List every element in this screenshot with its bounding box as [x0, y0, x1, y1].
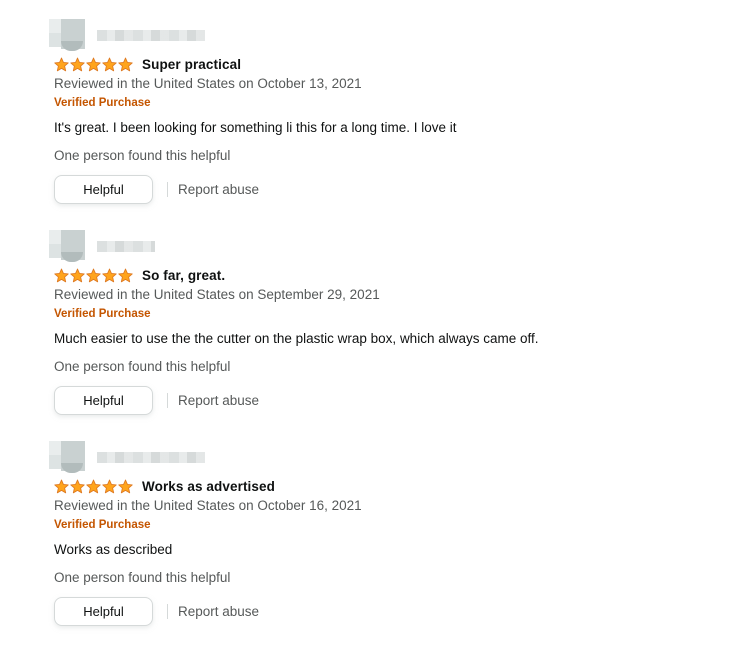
- review-title[interactable]: So far, great.: [142, 268, 225, 283]
- review-actions: Helpful Report abuse: [54, 174, 259, 205]
- review-title[interactable]: Works as advertised: [142, 479, 275, 494]
- review-actions: Helpful Report abuse: [54, 385, 259, 416]
- star-icon: [86, 479, 101, 493]
- divider: [167, 604, 168, 619]
- star-icon: [118, 268, 133, 282]
- star-icon: [86, 57, 101, 71]
- review-actions: Helpful Report abuse: [54, 596, 259, 627]
- review-body: It's great. I been looking for something…: [54, 120, 457, 135]
- avatar[interactable]: [49, 19, 87, 51]
- reviewer-profile[interactable]: [49, 19, 219, 51]
- helpful-button[interactable]: Helpful: [54, 597, 153, 626]
- review-date: Reviewed in the United States on October…: [54, 498, 362, 513]
- review-date: Reviewed in the United States on Septemb…: [54, 287, 380, 302]
- reviewer-name-redacted[interactable]: [97, 452, 205, 463]
- verified-purchase-badge[interactable]: Verified Purchase: [54, 97, 151, 109]
- star-icon: [54, 479, 69, 493]
- rating-row: So far, great.: [54, 265, 225, 285]
- star-icon: [54, 57, 69, 71]
- star-rating[interactable]: [54, 268, 133, 283]
- report-abuse-link[interactable]: Report abuse: [178, 393, 259, 408]
- helpful-button[interactable]: Helpful: [54, 175, 153, 204]
- rating-row: Super practical: [54, 54, 241, 74]
- review-body: Works as described: [54, 542, 173, 557]
- reviewer-profile[interactable]: [49, 441, 219, 473]
- review-date: Reviewed in the United States on October…: [54, 76, 362, 91]
- helpful-count: One person found this helpful: [54, 359, 231, 374]
- reviewer-name-redacted[interactable]: [97, 30, 205, 41]
- verified-purchase-badge[interactable]: Verified Purchase: [54, 519, 151, 531]
- star-rating[interactable]: [54, 57, 133, 72]
- reviewer-name-redacted[interactable]: [97, 241, 155, 252]
- star-icon: [102, 57, 117, 71]
- avatar[interactable]: [49, 441, 87, 473]
- verified-purchase-badge[interactable]: Verified Purchase: [54, 308, 151, 320]
- review-card: So far, great. Reviewed in the United St…: [0, 211, 729, 422]
- review-card: Works as advertised Reviewed in the Unit…: [0, 422, 729, 633]
- star-icon: [70, 268, 85, 282]
- avatar[interactable]: [49, 230, 87, 262]
- helpful-count: One person found this helpful: [54, 148, 231, 163]
- divider: [167, 393, 168, 408]
- divider: [167, 182, 168, 197]
- star-icon: [86, 268, 101, 282]
- report-abuse-link[interactable]: Report abuse: [178, 604, 259, 619]
- star-icon: [102, 479, 117, 493]
- star-icon: [54, 268, 69, 282]
- helpful-button[interactable]: Helpful: [54, 386, 153, 415]
- star-icon: [118, 57, 133, 71]
- reviewer-profile[interactable]: [49, 230, 219, 262]
- star-rating[interactable]: [54, 479, 133, 494]
- report-abuse-link[interactable]: Report abuse: [178, 182, 259, 197]
- helpful-count: One person found this helpful: [54, 570, 231, 585]
- star-icon: [102, 268, 117, 282]
- star-icon: [70, 57, 85, 71]
- star-icon: [118, 479, 133, 493]
- review-title[interactable]: Super practical: [142, 57, 241, 72]
- rating-row: Works as advertised: [54, 476, 275, 496]
- star-icon: [70, 479, 85, 493]
- review-body: Much easier to use the the cutter on the…: [54, 331, 539, 346]
- review-card: Super practical Reviewed in the United S…: [0, 0, 729, 211]
